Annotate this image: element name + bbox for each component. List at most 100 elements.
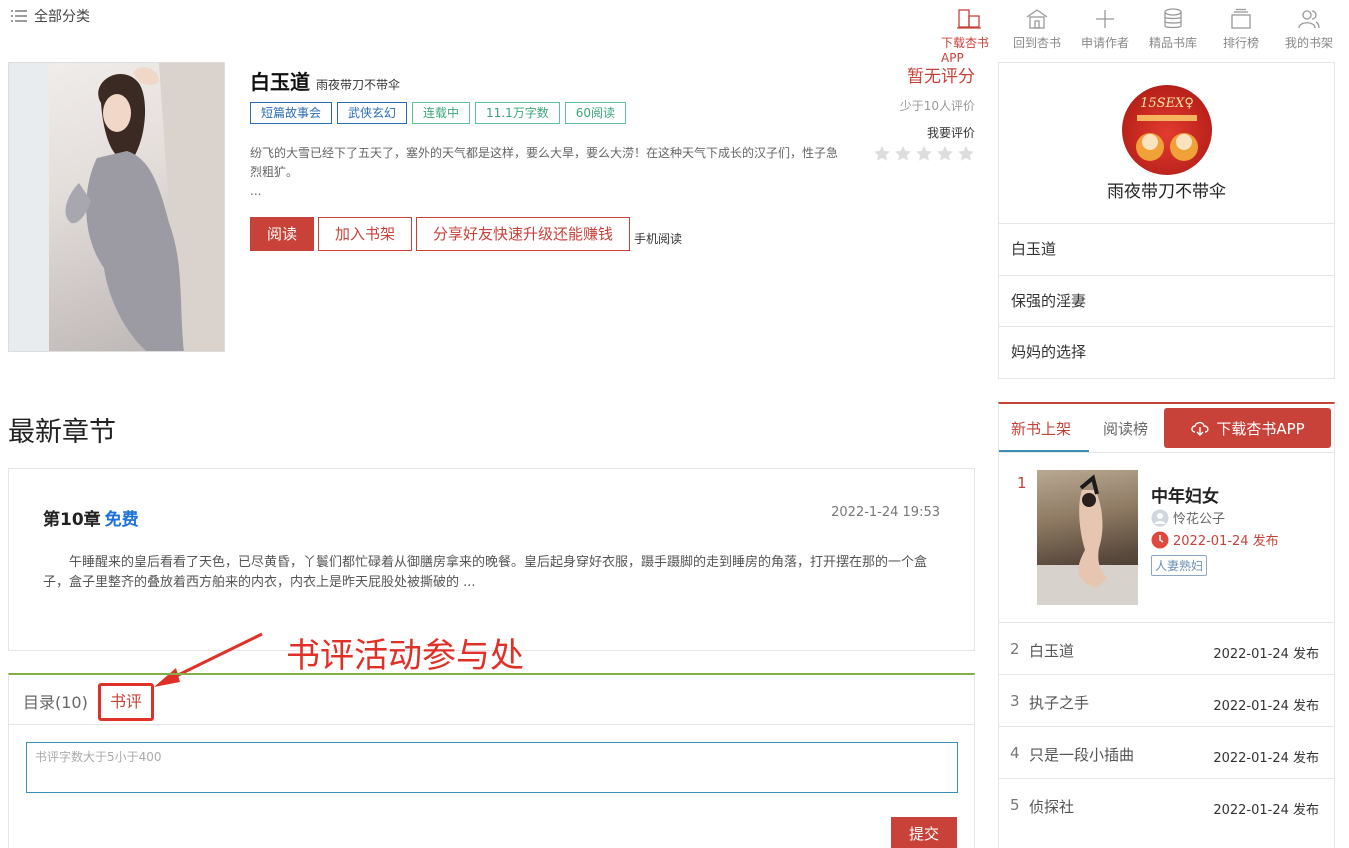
download-app-button[interactable]: 下载杏书APP (1164, 408, 1331, 448)
latest-chapter-card[interactable]: 第10章 免费 2022-1-24 19:53 午睡醒来的皇后看看了天色，已尽黄昏… (8, 468, 975, 651)
share-button[interactable]: 分享好友快速升级还能赚钱 (416, 217, 631, 251)
chapter-review-tabs: 目录(10) 书评 提交 (8, 673, 975, 848)
book-intro-text: 纷飞的大雪已经下了五天了，塞外的天气都是这样，要么大旱，要么大涝！在这种天气下成… (250, 146, 839, 179)
star-icon[interactable] (894, 145, 912, 162)
rating-count: 少于10人评价 (899, 99, 975, 113)
book-cover-image[interactable] (8, 62, 225, 352)
avatar-text: 15SEX♀ (1140, 96, 1194, 111)
all-categories-label: 全部分类 (34, 9, 90, 25)
rank-number: 1 (1017, 474, 1027, 492)
nav-apply-author-label: 申请作者 (1080, 36, 1129, 50)
rank-divider (999, 452, 1334, 453)
rate-prompt: 我要评价 (926, 126, 975, 140)
nav-ranking-label: 排行榜 (1222, 36, 1259, 50)
free-badge: 免费 (104, 510, 139, 530)
author-panel: 15SEX♀ 雨夜带刀不带伞 白玉道 保强的淫妻 妈妈的选择 (998, 62, 1335, 379)
rank-row-number: 5 (1010, 796, 1020, 814)
rank-book-date: 2022-01-24 发布 (1151, 530, 1279, 549)
book-title: 白玉道 (250, 70, 310, 94)
star-icon[interactable] (936, 145, 954, 162)
rank-row[interactable]: 2 白玉道 2022-01-24 发布 (999, 622, 1334, 674)
book-intro: 纷飞的大雪已经下了五天了，塞外的天气都是这样，要么大旱，要么大涝！在这种天气下成… (250, 144, 840, 201)
ranking-icon (1231, 8, 1251, 29)
rank-row-title: 只是一段小插曲 (1029, 746, 1135, 764)
annotation-label: 书评活动参与处 (286, 636, 524, 676)
chapter-number: 第10章 (43, 510, 101, 530)
star-icon[interactable] (915, 145, 933, 162)
rank-row-title: 白玉道 (1029, 642, 1075, 660)
user-group-icon (1298, 10, 1320, 29)
nav-library-label: 精品书库 (1148, 36, 1197, 50)
rank-row[interactable]: 5 侦探社 2022-01-24 发布 (999, 778, 1334, 830)
star-icon[interactable] (873, 145, 891, 162)
nav-download-app-label: 下载杏书APP (941, 36, 990, 65)
tab-new-books[interactable]: 新书上架 (1011, 418, 1071, 439)
author-name[interactable]: 雨夜带刀不带伞 (999, 177, 1334, 202)
rank-row-date: 2022-01-24 发布 (1213, 751, 1319, 766)
ranking-panel: 新书上架 阅读榜 下载杏书APP 1 中年妇女 怜花公子 2022-01-24 … (998, 402, 1335, 848)
tab-review[interactable]: 书评 (98, 683, 154, 721)
nav-bookshelf[interactable]: 我的书架 (1281, 8, 1337, 65)
nav-bookshelf-label: 我的书架 (1284, 36, 1333, 50)
rank-row-date: 2022-01-24 发布 (1213, 699, 1319, 714)
book-intro-more: ... (250, 184, 262, 198)
rank-row[interactable]: 3 执子之手 2022-01-24 发布 (999, 674, 1334, 726)
clock-icon (1151, 531, 1169, 548)
author-book-link[interactable]: 白玉道 (999, 223, 1334, 274)
rank-row[interactable]: 4 只是一段小插曲 2022-01-24 发布 (999, 726, 1334, 778)
download-app-label: 下载杏书APP (1216, 419, 1305, 438)
avatar-badge-icon: 15SEX♀ (1136, 96, 1198, 161)
rank-book-date-text: 2022-01-24 发布 (1173, 534, 1279, 549)
cloud-download-icon (1191, 421, 1209, 436)
download-app-icon (957, 9, 981, 29)
all-categories-menu[interactable]: 全部分类 (10, 6, 90, 26)
database-icon (1164, 8, 1182, 29)
rank-book-author: 怜花公子 (1151, 508, 1225, 527)
add-to-shelf-button[interactable]: 加入书架 (318, 217, 413, 251)
author-book-link[interactable]: 保强的淫妻 (999, 275, 1334, 326)
author-avatar[interactable]: 15SEX♀ (1122, 85, 1212, 175)
rank-row-number: 3 (1010, 692, 1020, 710)
tag-category[interactable]: 短篇故事会 (250, 102, 333, 124)
tab-catalog[interactable]: 目录(10) (23, 689, 88, 713)
rank-book-title[interactable]: 中年妇女 (1151, 482, 1219, 507)
nav-home[interactable]: 回到杏书 (1009, 8, 1065, 65)
rank-row-number: 4 (1010, 744, 1020, 762)
read-button[interactable]: 阅读 (250, 217, 315, 251)
chapter-time: 2022-1-24 19:53 (831, 505, 940, 520)
author-book-link[interactable]: 妈妈的选择 (999, 326, 1334, 377)
list-icon (11, 10, 27, 22)
book-actions: 阅读 加入书架 分享好友快速升级还能赚钱 手机阅读 (250, 217, 682, 251)
star-icon[interactable] (957, 145, 975, 162)
submit-review-button[interactable]: 提交 (891, 817, 957, 848)
mobile-read-link[interactable]: 手机阅读 (634, 230, 682, 247)
rating-panel: 暂无评分 少于10人评价 我要评价 (873, 62, 975, 162)
rating-stars (873, 145, 975, 162)
nav-download-app[interactable]: 下载杏书APP (941, 8, 997, 65)
rank-cover-illustration (1037, 474, 1138, 605)
review-input[interactable] (26, 742, 958, 793)
nav-apply-author[interactable]: 申请作者 (1077, 8, 1133, 65)
chapter-excerpt: 午睡醒来的皇后看看了天色，已尽黄昏，丫鬟们都忙碌着从御膳房拿来的晚餐。皇后起身穿… (43, 555, 928, 590)
nav-library[interactable]: 精品书库 (1145, 8, 1201, 65)
rank-row-title: 侦探社 (1029, 798, 1075, 816)
nav-home-label: 回到杏书 (1012, 36, 1061, 50)
rank-book-cover[interactable] (1037, 470, 1138, 605)
tag-status: 连载中 (412, 102, 471, 124)
rank-book-tag[interactable]: 人妻熟妇 (1151, 555, 1208, 576)
latest-chapter-heading: 最新章节 (8, 417, 116, 448)
nav-ranking[interactable]: 排行榜 (1213, 8, 1269, 65)
rank-book-author-name: 怜花公子 (1173, 512, 1226, 527)
rating-score: 暂无评分 (907, 67, 975, 87)
rank-row-date: 2022-01-24 发布 (1213, 803, 1319, 818)
book-header: 白玉道 雨夜带刀不带伞 (250, 66, 400, 95)
cover-figure-illustration (9, 63, 224, 351)
chapter-title[interactable]: 第10章 免费 (43, 505, 139, 530)
plus-icon (1096, 10, 1114, 28)
tag-reads: 60阅读 (564, 102, 627, 124)
book-author-link[interactable]: 雨夜带刀不带伞 (316, 76, 400, 93)
tab-read-ranking[interactable]: 阅读榜 (1103, 418, 1148, 439)
rank-row-date: 2022-01-24 发布 (1213, 647, 1319, 662)
tab-divider (9, 724, 974, 725)
tag-genre[interactable]: 武侠玄幻 (337, 102, 408, 124)
